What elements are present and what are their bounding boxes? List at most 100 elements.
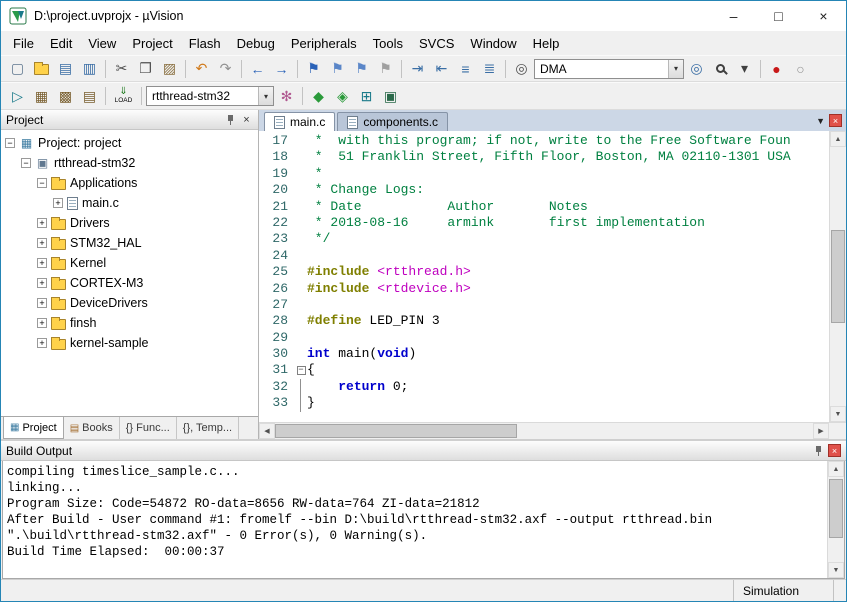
fold-collapse-icon[interactable]: − xyxy=(295,362,307,378)
tree-item-kernel[interactable]: +Kernel xyxy=(1,253,258,273)
menu-project[interactable]: Project xyxy=(124,33,180,54)
tree-item-kernel-sample[interactable]: +kernel-sample xyxy=(1,333,258,353)
editor-tab-components-c[interactable]: components.c xyxy=(337,112,448,131)
tab-list-dropdown-icon[interactable]: ▼ xyxy=(816,116,825,126)
translate-icon[interactable]: ▷ xyxy=(6,86,29,107)
build-pin-icon[interactable] xyxy=(814,445,823,457)
scroll-down-icon[interactable]: ▼ xyxy=(830,406,846,422)
target-options-icon[interactable]: ✻ xyxy=(275,86,298,107)
manage-components-icon[interactable]: ◈ xyxy=(331,86,354,107)
menu-debug[interactable]: Debug xyxy=(229,33,283,54)
close-file-icon[interactable]: × xyxy=(829,114,842,127)
close-button[interactable]: × xyxy=(801,1,846,31)
find-combo[interactable]: DMA▾ xyxy=(534,59,684,79)
build-icon[interactable]: ▦ xyxy=(30,86,53,107)
debug-record-icon[interactable]: ● xyxy=(765,58,788,79)
editor-vscroll-track[interactable] xyxy=(830,147,846,406)
help-circle-icon[interactable]: ○ xyxy=(789,58,812,79)
paste-icon[interactable]: ▨ xyxy=(158,58,181,79)
save-all-icon[interactable]: ▥ xyxy=(78,58,101,79)
scroll-left-icon[interactable]: ◀ xyxy=(259,423,275,439)
editor-hscroll-thumb[interactable] xyxy=(275,424,517,438)
expand-icon[interactable]: + xyxy=(37,338,47,348)
find-next-icon[interactable]: ◎ xyxy=(685,58,708,79)
search-dropdown-icon[interactable]: ▾ xyxy=(733,58,756,79)
collapse-icon[interactable]: − xyxy=(37,178,47,188)
project-panel-close-icon[interactable]: × xyxy=(240,114,253,126)
tree-item-cortex-m3[interactable]: +CORTEX-M3 xyxy=(1,273,258,293)
navigate-forward-icon[interactable]: → xyxy=(270,58,293,79)
cut-icon[interactable]: ✂ xyxy=(110,58,133,79)
menu-flash[interactable]: Flash xyxy=(181,33,229,54)
build-output-log[interactable]: compiling timeslice_sample.c...linking..… xyxy=(3,461,827,578)
bookmark-clear-icon[interactable]: ⚑ xyxy=(374,58,397,79)
editor-horizontal-scrollbar[interactable]: ◀ ▶ xyxy=(259,422,846,439)
minimize-button[interactable]: – xyxy=(711,1,756,31)
menu-svcs[interactable]: SVCS xyxy=(411,33,462,54)
manage-rte-icon[interactable]: ◆ xyxy=(307,86,330,107)
build-vertical-scrollbar[interactable]: ▲ ▼ xyxy=(827,461,844,578)
expand-icon[interactable]: + xyxy=(37,218,47,228)
build-scroll-down-icon[interactable]: ▼ xyxy=(828,562,844,578)
expand-icon[interactable]: + xyxy=(53,198,63,208)
editor-vertical-scrollbar[interactable]: ▲ ▼ xyxy=(829,131,846,422)
redo-icon[interactable]: ↷ xyxy=(214,58,237,79)
open-file-icon[interactable] xyxy=(30,58,53,79)
maximize-button[interactable]: □ xyxy=(756,1,801,31)
expand-icon[interactable]: + xyxy=(37,318,47,328)
tree-item-drivers[interactable]: +Drivers xyxy=(1,213,258,233)
new-file-icon[interactable]: ▢ xyxy=(6,58,29,79)
download-icon[interactable]: ⇓LOAD xyxy=(110,84,137,109)
collapse-icon[interactable]: − xyxy=(5,138,15,148)
expand-icon[interactable]: + xyxy=(37,238,47,248)
save-icon[interactable]: ▤ xyxy=(54,58,77,79)
pack-installer-icon[interactable]: ⊞ xyxy=(355,86,378,107)
menu-help[interactable]: Help xyxy=(525,33,568,54)
menu-view[interactable]: View xyxy=(80,33,124,54)
indent-icon[interactable]: ⇥ xyxy=(406,58,429,79)
tree-item-stm32-hal[interactable]: +STM32_HAL xyxy=(1,233,258,253)
target-combo-dropdown-icon[interactable]: ▾ xyxy=(258,87,273,105)
books-window-icon[interactable]: ▣ xyxy=(379,86,402,107)
menu-window[interactable]: Window xyxy=(462,33,524,54)
editor-hscroll-track[interactable] xyxy=(275,423,813,439)
build-vscroll-track[interactable] xyxy=(828,477,844,562)
panel-tab-project[interactable]: ▦Project xyxy=(3,417,64,439)
panel-tab-books[interactable]: ▤Books xyxy=(64,417,120,439)
tree-item-applications[interactable]: −Applications xyxy=(1,173,258,193)
menu-peripherals[interactable]: Peripherals xyxy=(283,33,365,54)
tree-item-rtthread-stm32[interactable]: −▣rtthread-stm32 xyxy=(1,153,258,173)
menu-edit[interactable]: Edit xyxy=(42,33,80,54)
menu-file[interactable]: File xyxy=(5,33,42,54)
tree-item-project-project[interactable]: −▦Project: project xyxy=(1,133,258,153)
copy-icon[interactable]: ❐ xyxy=(134,58,157,79)
panel-tab-func[interactable]: {} Func... xyxy=(120,417,177,439)
tree-item-devicedrivers[interactable]: +DeviceDrivers xyxy=(1,293,258,313)
editor-vscroll-thumb[interactable] xyxy=(831,230,845,323)
undo-icon[interactable]: ↶ xyxy=(190,58,213,79)
find-in-files-icon[interactable]: ◎ xyxy=(510,58,533,79)
bookmark-toggle-icon[interactable]: ⚑ xyxy=(302,58,325,79)
bookmark-next-icon[interactable]: ⚑ xyxy=(350,58,373,79)
outdent-icon[interactable]: ⇤ xyxy=(430,58,453,79)
target-combo[interactable]: rtthread-stm32▾ xyxy=(146,86,274,106)
search-icon[interactable] xyxy=(709,58,732,79)
build-output-close-icon[interactable]: × xyxy=(828,444,841,457)
find-combo-dropdown-icon[interactable]: ▾ xyxy=(668,60,683,78)
tree-item-main-c[interactable]: +main.c xyxy=(1,193,258,213)
expand-icon[interactable]: + xyxy=(37,278,47,288)
expand-icon[interactable]: + xyxy=(37,258,47,268)
scroll-up-icon[interactable]: ▲ xyxy=(830,131,846,147)
navigate-back-icon[interactable]: ← xyxy=(246,58,269,79)
batch-build-icon[interactable]: ▤ xyxy=(78,86,101,107)
uncomment-selection-icon[interactable]: ≣ xyxy=(478,58,501,79)
menu-tools[interactable]: Tools xyxy=(365,33,411,54)
editor-tab-main-c[interactable]: main.c xyxy=(264,112,335,131)
build-vscroll-thumb[interactable] xyxy=(829,479,843,539)
collapse-icon[interactable]: − xyxy=(21,158,31,168)
panel-tab-temp[interactable]: {}, Temp... xyxy=(177,417,239,439)
build-scroll-up-icon[interactable]: ▲ xyxy=(828,461,844,477)
pin-icon[interactable] xyxy=(226,114,235,126)
code-editor[interactable]: 17 * with this program; if not, write to… xyxy=(259,131,829,422)
comment-selection-icon[interactable]: ≡ xyxy=(454,58,477,79)
